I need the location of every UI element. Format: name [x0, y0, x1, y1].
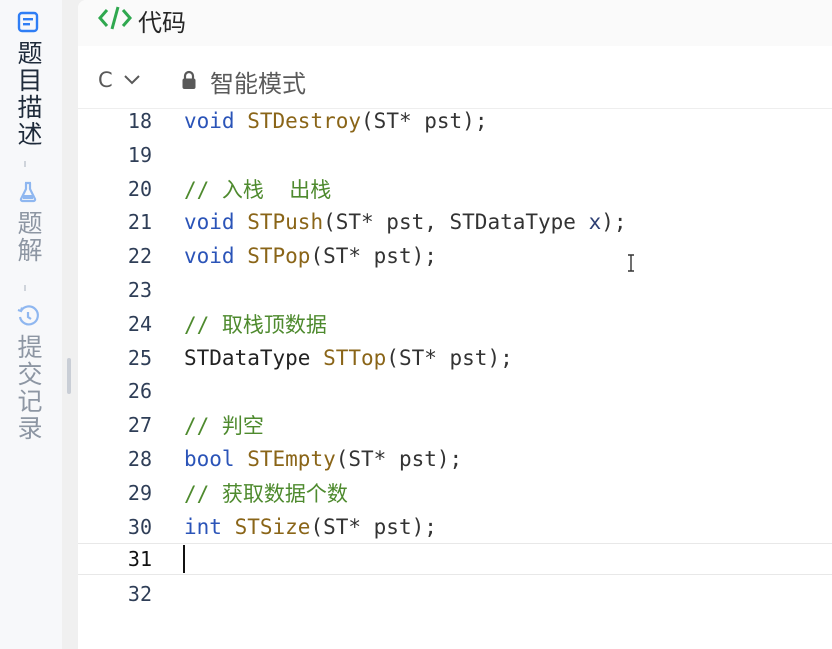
- code-text: bool STEmpty(ST* pst);: [184, 447, 462, 471]
- code-line[interactable]: 22 void STPop(ST* pst);: [78, 239, 832, 273]
- editor-toolbar: C 智能模式: [78, 52, 832, 109]
- line-number: 24: [127, 311, 152, 336]
- code-tag-icon: [98, 6, 132, 30]
- sidebar-divider: [24, 285, 26, 291]
- sidebar-item-submissions[interactable]: 提交记录: [12, 304, 44, 442]
- code-token: (ST* pst);: [386, 345, 513, 370]
- line-number: 18: [127, 109, 152, 133]
- line-number: 23: [127, 278, 152, 302]
- line-number: 26: [127, 379, 152, 404]
- code-line[interactable]: 29 // 获取数据个数: [78, 476, 832, 510]
- code-token: (ST* pst);: [361, 109, 488, 133]
- code-line[interactable]: 21 void STPush(ST* pst, STDataType x);: [78, 205, 832, 239]
- code-line[interactable]: 25 STDataType STTop(ST* pst);: [78, 341, 832, 375]
- panel-header: 代码: [78, 0, 832, 46]
- code-token: // 判空: [184, 414, 264, 439]
- line-number: 20: [127, 176, 152, 201]
- history-icon: [17, 305, 39, 326]
- code-text: // 判空: [184, 410, 264, 440]
- line-number: 25: [127, 345, 152, 370]
- line-number: 19: [127, 142, 152, 167]
- line-number: 30: [127, 514, 152, 539]
- code-token: STPush: [247, 210, 324, 235]
- code-token: // 入栈 出栈: [184, 177, 332, 202]
- code-token: STDataType: [184, 345, 324, 370]
- sidebar-item-label: 题解: [14, 210, 43, 264]
- text-caret: [183, 545, 185, 574]
- code-text: void STDestroy(ST* pst);: [184, 109, 487, 133]
- code-token: // 取栈顶数据: [184, 312, 327, 337]
- line-number: 31: [127, 547, 152, 572]
- editor-mode-label[interactable]: 智能模式: [210, 64, 306, 99]
- line-number: 27: [127, 413, 152, 438]
- code-line[interactable]: 31: [78, 543, 832, 576]
- code-token: (ST* pst);: [310, 514, 437, 539]
- code-token: void: [184, 109, 235, 133]
- sidebar-item-label: 题目描述: [14, 40, 43, 148]
- panel-resize-handle[interactable]: [67, 358, 71, 394]
- sidebar-item-label: 提交记录: [14, 334, 43, 442]
- code-line[interactable]: 32: [78, 577, 832, 611]
- code-line[interactable]: 27 // 判空: [78, 408, 832, 442]
- code-token: void: [184, 244, 235, 269]
- code-token: );: [601, 210, 627, 235]
- line-number: 28: [127, 447, 152, 471]
- sidebar-divider: [24, 161, 26, 167]
- code-line[interactable]: 24 // 取栈顶数据: [78, 307, 832, 341]
- lock-icon: [182, 70, 196, 89]
- code-token: x: [588, 210, 602, 235]
- code-token: void: [184, 210, 235, 235]
- description-icon: [17, 11, 39, 33]
- code-panel: 代码 C 智能模式 18 void STDestroy(ST* pst); 19 20…: [78, 0, 832, 649]
- sidebar-item-solutions[interactable]: 题解: [12, 180, 44, 264]
- code-token: bool: [184, 447, 235, 471]
- code-token: STTop: [323, 345, 387, 370]
- code-token: (ST* pst);: [335, 447, 463, 471]
- chevron-down-icon: [123, 75, 140, 85]
- line-number: 22: [127, 244, 152, 269]
- code-line[interactable]: 28 bool STEmpty(ST* pst);: [78, 442, 832, 476]
- code-line[interactable]: 26: [78, 374, 832, 408]
- code-text: void STPush(ST* pst, STDataType x);: [184, 210, 627, 234]
- sidebar-item-description[interactable]: 题目描述: [12, 10, 44, 148]
- code-token: STDestroy: [247, 109, 362, 133]
- code-line[interactable]: 20 // 入栈 出栈: [78, 172, 832, 206]
- code-line[interactable]: 19: [78, 138, 832, 172]
- code-token: STEmpty: [247, 447, 336, 471]
- code-line[interactable]: 30 int STSize(ST* pst);: [78, 510, 832, 544]
- code-token: (ST* pst);: [310, 244, 437, 269]
- code-line[interactable]: 18 void STDestroy(ST* pst);: [78, 104, 832, 138]
- code-editor[interactable]: 18 void STDestroy(ST* pst); 19 20// 入栈 出栈 21…: [78, 104, 832, 649]
- code-token: (ST* pst, STDataType: [323, 210, 589, 235]
- language-label: C: [98, 68, 113, 92]
- code-token: STSize: [234, 514, 311, 539]
- code-text: // 获取数据个数: [184, 478, 348, 508]
- panel-title: 代码: [138, 9, 186, 37]
- code-token: STPop: [247, 244, 311, 269]
- code-token: // 获取数据个数: [184, 481, 348, 506]
- code-text: // 入栈 出栈: [184, 174, 331, 204]
- code-text: int STSize(ST* pst);: [184, 515, 437, 539]
- line-number: 32: [127, 582, 152, 607]
- language-select[interactable]: C: [98, 64, 140, 96]
- flask-icon: [19, 181, 37, 203]
- mouse-text-cursor: [628, 254, 634, 272]
- line-number: 21: [127, 210, 152, 235]
- line-number: 29: [127, 480, 152, 505]
- code-text: void STPop(ST* pst);: [184, 244, 437, 268]
- code-line[interactable]: 23: [78, 273, 832, 307]
- code-text: // 取栈顶数据: [184, 309, 327, 339]
- code-text: STDataType STTop(ST* pst);: [184, 346, 513, 370]
- code-token: int: [184, 514, 222, 539]
- left-sidebar: 题目描述 题解 提交记录: [0, 0, 62, 649]
